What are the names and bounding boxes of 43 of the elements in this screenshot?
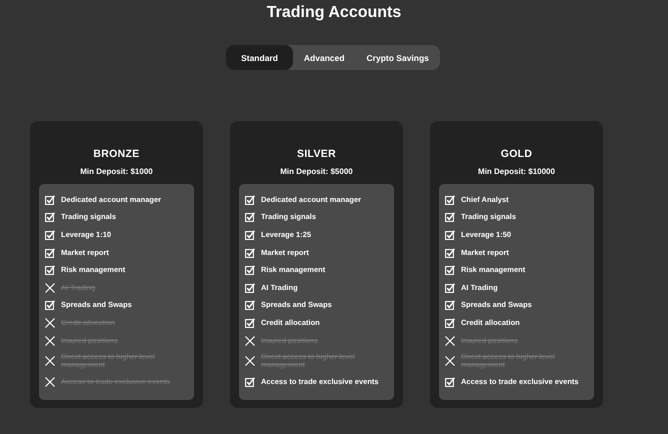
plan-tab[interactable]: Advanced — [292, 45, 356, 70]
cross-icon — [45, 318, 55, 328]
cross-icon — [45, 356, 55, 366]
checkbox-checked-icon — [445, 248, 455, 258]
checkbox-checked-icon — [245, 377, 255, 388]
min-deposit: Min Deposit: $5000 — [280, 167, 353, 177]
cross-icon — [45, 377, 55, 388]
checkbox-checked-icon — [245, 194, 255, 205]
min-deposit: Min Deposit: $1000 — [80, 167, 153, 177]
cross-icon — [445, 336, 455, 346]
checkbox-checked-icon — [445, 282, 455, 293]
checkbox-checked-icon — [445, 300, 455, 310]
plan-name: BRONZE — [93, 148, 140, 160]
cross-icon — [445, 356, 455, 366]
plan-name: SILVER — [297, 148, 336, 160]
checkbox-checked-icon — [245, 300, 255, 310]
checkbox-checked-icon — [45, 230, 55, 240]
checkbox-checked-icon — [45, 194, 55, 205]
checkbox-checked-icon — [245, 212, 255, 222]
min-deposit: Min Deposit: $10000 — [478, 167, 555, 177]
checkbox-checked-icon — [445, 230, 455, 240]
plan-name: GOLD — [500, 148, 532, 160]
cross-icon — [245, 336, 255, 346]
checkbox-checked-icon — [45, 248, 55, 258]
checkbox-checked-icon — [245, 265, 255, 276]
plan-tab[interactable]: Crypto Savings — [356, 45, 440, 70]
checkbox-checked-icon — [45, 265, 55, 276]
cross-icon — [45, 282, 55, 293]
checkbox-checked-icon — [45, 300, 55, 310]
checkbox-checked-icon — [245, 282, 255, 293]
cross-icon — [245, 356, 255, 366]
checkbox-checked-icon — [445, 212, 455, 222]
checkbox-checked-icon — [445, 265, 455, 276]
checkbox-checked-icon — [445, 194, 455, 205]
page-title: Trading Accounts — [266, 3, 402, 23]
checkbox-checked-icon — [45, 212, 55, 222]
checkbox-checked-icon — [245, 248, 255, 258]
checkbox-checked-icon — [445, 377, 455, 388]
checkbox-checked-icon — [245, 230, 255, 240]
checkbox-checked-icon — [445, 318, 455, 328]
plan-tab[interactable]: Standard — [226, 45, 293, 70]
checkbox-checked-icon — [245, 318, 255, 328]
cross-icon — [45, 336, 55, 346]
